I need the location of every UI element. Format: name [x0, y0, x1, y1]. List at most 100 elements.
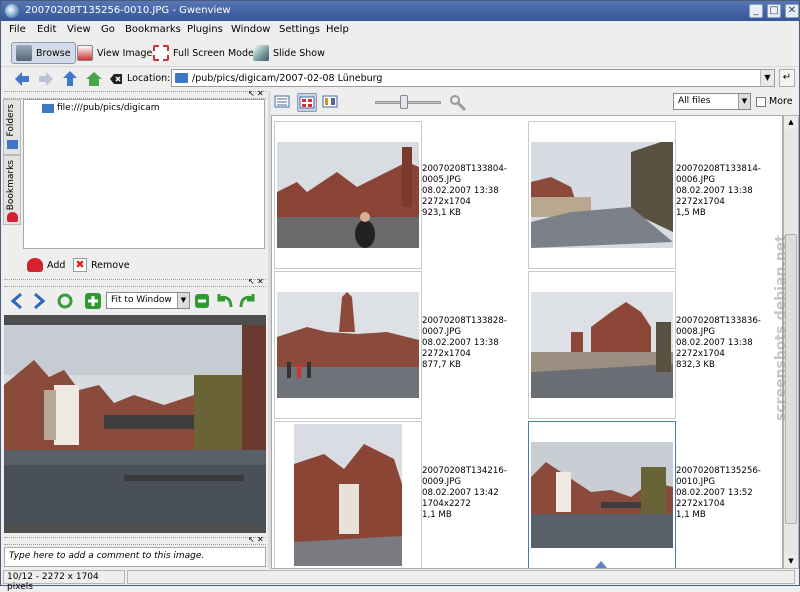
menu-window[interactable]: Window	[231, 24, 270, 35]
location-dropdown-icon[interactable]: ▼	[760, 70, 774, 86]
maximize-button[interactable]: □	[767, 4, 781, 18]
scroll-down-icon[interactable]: ▼	[784, 555, 798, 568]
slider-handle[interactable]	[400, 95, 408, 109]
browse-button[interactable]: Browse	[11, 42, 76, 64]
file-size: 832,3 KB	[676, 360, 715, 370]
remove-bookmark-button[interactable]: ✖ Remove	[73, 256, 130, 274]
thumbnail-item[interactable]	[528, 121, 676, 269]
file-dimensions: 1704x2272	[422, 499, 471, 509]
tab-bookmarks[interactable]: Bookmarks	[3, 155, 21, 225]
main-toolbar: Browse View Image Full Screen Mode Slide…	[1, 39, 799, 67]
file-name-cont: 0010.JPG	[676, 477, 715, 487]
gwenview-window: 20070208T135256-0010.JPG - Gwenview _ □ …	[0, 0, 800, 592]
status-progress-area	[127, 570, 795, 584]
watermark: screenshots.debian.net	[773, 235, 789, 421]
full-screen-button[interactable]: Full Screen Mode	[149, 42, 258, 64]
thumbnail-item-selected[interactable]	[528, 421, 676, 568]
file-dimensions: 2272x1704	[422, 349, 471, 359]
file-name: 20070208T133828-	[422, 316, 507, 326]
clear-location-icon[interactable]	[109, 70, 123, 88]
zoom-mode-select[interactable]: Fit to Window ▼	[106, 292, 190, 309]
thumbnail-item[interactable]	[274, 121, 422, 269]
scroll-up-icon[interactable]: ▲	[784, 116, 798, 129]
slide-show-label: Slide Show	[273, 47, 325, 59]
tab-folders[interactable]: Folders	[3, 99, 21, 155]
zoom-in-icon[interactable]	[84, 292, 102, 310]
tab-folders-label: Folders	[6, 104, 16, 137]
tree-item-digicam[interactable]: file:///pub/pics/digicam	[57, 103, 160, 113]
menu-plugins[interactable]: Plugins	[187, 24, 223, 35]
zoom-magnifier-icon[interactable]	[449, 94, 467, 112]
location-input[interactable]: /pub/pics/digicam/2007-02-08 Lüneburg ▼	[171, 69, 775, 87]
file-size: 1,1 MB	[422, 510, 452, 520]
go-button[interactable]: ↵	[779, 69, 795, 87]
menu-view[interactable]: View	[67, 24, 91, 35]
title-bar[interactable]: 20070208T135256-0010.JPG - Gwenview _ □ …	[1, 1, 799, 21]
minimize-button[interactable]: _	[749, 4, 763, 18]
view-details-button[interactable]	[273, 93, 293, 112]
file-date: 08.02.2007 13:38	[422, 186, 499, 196]
up-arrow-icon[interactable]	[61, 70, 79, 88]
menu-help[interactable]: Help	[326, 24, 349, 35]
home-icon[interactable]	[85, 70, 103, 88]
tab-bookmarks-label: Bookmarks	[6, 160, 16, 211]
menu-settings[interactable]: Settings	[279, 24, 320, 35]
thumbnail-image	[277, 142, 419, 248]
comment-panel-header: ↖ ✕	[4, 535, 266, 545]
file-name: 20070208T135256-	[676, 466, 761, 476]
comment-input[interactable]: Type here to add a comment to this image…	[4, 547, 266, 567]
menu-edit[interactable]: Edit	[37, 24, 56, 35]
file-name: 20070208T133814-	[676, 164, 761, 174]
location-value: /pub/pics/digicam/2007-02-08 Lüneburg	[192, 73, 383, 84]
image-preview[interactable]	[4, 315, 266, 533]
window-title: 20070208T135256-0010.JPG - Gwenview	[25, 5, 231, 16]
thumbnail-info: 20070208T133828- 0007.JPG 08.02.2007 13:…	[422, 316, 507, 371]
file-filter-select[interactable]: All files ▼	[673, 93, 751, 110]
more-checkbox[interactable]: More	[756, 96, 793, 107]
thumbnail-size-slider[interactable]	[375, 101, 441, 104]
thumbnail-item[interactable]	[274, 271, 422, 419]
full-screen-label: Full Screen Mode	[173, 47, 254, 59]
float-panel-icon[interactable]: ↖	[248, 89, 255, 98]
float-panel-icon[interactable]: ↖	[248, 535, 255, 544]
chevron-down-icon: ▼	[738, 94, 750, 109]
file-date: 08.02.2007 13:52	[676, 488, 753, 498]
close-button[interactable]: ✕	[785, 4, 799, 18]
thumbnail-info: 20070208T133836- 0008.JPG 08.02.2007 13:…	[676, 316, 761, 371]
close-panel-icon[interactable]: ✕	[257, 89, 264, 98]
menu-bookmarks[interactable]: Bookmarks	[125, 24, 181, 35]
side-view-icon	[322, 95, 338, 108]
add-bookmark-button[interactable]: Add	[27, 256, 65, 274]
previous-image-icon[interactable]	[10, 293, 24, 309]
checkbox-box[interactable]	[756, 96, 766, 107]
close-panel-icon[interactable]: ✕	[257, 535, 264, 544]
view-thumbnails-button[interactable]	[297, 93, 317, 112]
thumbnail-item[interactable]	[528, 271, 676, 419]
file-date: 08.02.2007 13:38	[676, 186, 753, 196]
app-icon[interactable]	[5, 4, 19, 18]
file-dimensions: 2272x1704	[676, 197, 725, 207]
file-name-cont: 0009.JPG	[422, 477, 461, 487]
menu-go[interactable]: Go	[101, 24, 115, 35]
zoom-out-icon[interactable]	[194, 293, 210, 309]
rotate-left-icon[interactable]	[216, 292, 234, 310]
float-panel-icon[interactable]: ↖	[248, 277, 255, 286]
rotate-right-icon[interactable]	[238, 292, 256, 310]
next-image-icon[interactable]	[32, 293, 46, 309]
view-image-button[interactable]: View Image	[73, 42, 156, 64]
menu-bar: File Edit View Go Bookmarks Plugins Wind…	[1, 21, 799, 39]
thumbnail-item[interactable]	[274, 421, 422, 568]
location-label: Location:	[127, 73, 171, 84]
forward-arrow-icon[interactable]	[37, 70, 55, 88]
file-dimensions: 2272x1704	[422, 197, 471, 207]
thumbnail-image	[531, 442, 673, 548]
file-dimensions: 2272x1704	[676, 349, 725, 359]
close-panel-icon[interactable]: ✕	[257, 277, 264, 286]
file-date: 08.02.2007 13:38	[676, 338, 753, 348]
menu-file[interactable]: File	[9, 24, 26, 35]
chevron-down-icon: ▼	[177, 293, 189, 308]
view-side-button[interactable]	[321, 93, 341, 112]
back-arrow-icon[interactable]	[13, 70, 31, 88]
slide-show-button[interactable]: Slide Show	[249, 42, 329, 64]
reload-icon[interactable]	[56, 292, 74, 310]
